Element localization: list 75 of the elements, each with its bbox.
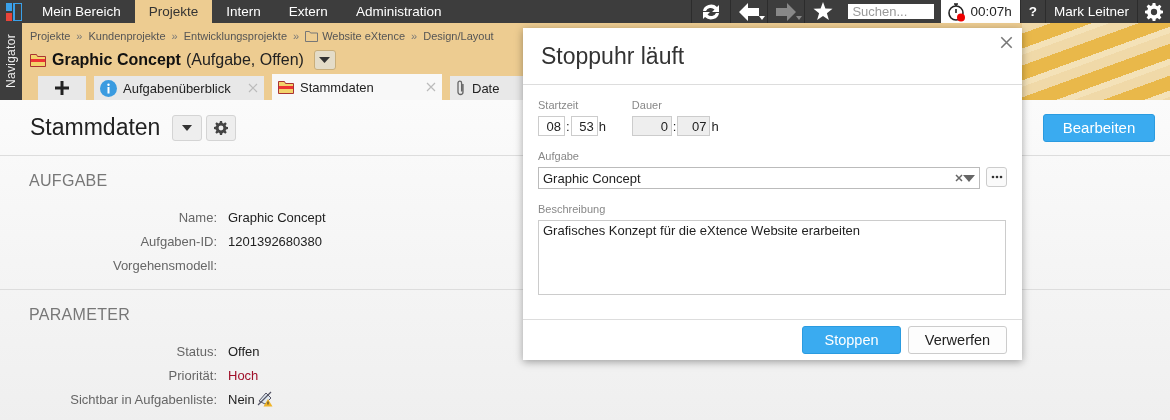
settings-icon <box>1145 2 1163 21</box>
clear-icon[interactable] <box>955 174 963 182</box>
field-value: Offen <box>228 343 260 359</box>
field-label: Aufgabe <box>538 150 580 162</box>
breadcrumb-link[interactable]: Kundenprojekte <box>88 30 166 42</box>
logo-icon <box>6 2 22 21</box>
dropdown-button[interactable] <box>172 114 203 141</box>
caret-icon <box>796 16 803 20</box>
breadcrumb-link[interactable]: Projekte <box>30 30 71 42</box>
dropdown-button[interactable] <box>313 50 336 70</box>
star-icon <box>813 2 834 21</box>
field-label: Startzeit <box>538 99 580 111</box>
caret-icon <box>759 16 766 20</box>
task-subtitle: (Aufgabe, Offen) <box>185 51 304 69</box>
tab[interactable]: Aufgabenüberblick <box>94 76 264 100</box>
menu-tab[interactable]: Mein Bereich <box>28 0 135 23</box>
unit-label: h <box>598 118 606 134</box>
breadcrumb-link[interactable]: Design/Layout <box>423 30 494 42</box>
time-field[interactable]: 53 <box>570 116 598 136</box>
more-button[interactable] <box>986 167 1007 187</box>
field-label: Status: <box>175 343 217 359</box>
field-label: Name: <box>177 209 217 225</box>
caret-icon <box>319 57 331 63</box>
more-icon <box>990 175 1003 179</box>
field-label: Aufgaben-ID: <box>139 233 217 249</box>
menu-tab[interactable]: Intern <box>212 0 275 23</box>
breadcrumb-separator: » <box>76 30 83 42</box>
discard-button[interactable]: Verwerfen <box>908 326 1007 354</box>
time-separator: : <box>566 118 570 134</box>
breadcrumb-link[interactable]: Website eXtence <box>322 30 406 42</box>
task-icon <box>278 80 294 94</box>
field-label: Priorität: <box>167 367 217 383</box>
field-value: Hoch <box>228 367 259 383</box>
add-tab-button[interactable] <box>38 76 86 100</box>
paperclip-icon <box>456 80 466 96</box>
unit-label: h <box>711 118 719 134</box>
field-label: Beschreibung <box>538 203 607 215</box>
stopwatch-icon <box>947 1 968 22</box>
description-field[interactable]: Grafisches Konzept für die eXtence Website erarbeiten <box>538 220 1006 295</box>
right-arrow-icon <box>776 2 797 21</box>
field-label: Vorgehensmodell: <box>111 257 217 273</box>
plus-icon <box>55 81 69 95</box>
section-heading: AUFGABE <box>29 172 108 190</box>
breadcrumb-separator: » <box>411 30 418 42</box>
navigator-panel[interactable]: Navigator <box>0 23 22 100</box>
timer-button[interactable]: 00:07h <box>941 0 1020 23</box>
caret-icon <box>182 124 193 131</box>
caret-icon[interactable] <box>963 174 975 182</box>
breadcrumb-separator: » <box>293 30 300 42</box>
field-value: 1201392680380 <box>228 233 322 249</box>
page-title: Stammdaten <box>30 114 161 141</box>
field-label: Sichtbar in Aufgabenliste: <box>69 391 217 407</box>
time-field[interactable]: 08 <box>538 116 565 136</box>
task-title: Graphic Concept <box>52 51 181 69</box>
close-button[interactable] <box>1000 36 1013 49</box>
field-value: Nein <box>228 391 255 407</box>
field-value: Graphic Concept <box>228 209 326 225</box>
info-icon <box>100 79 117 97</box>
settings-icon <box>214 120 229 135</box>
menu-tab[interactable]: Administration <box>341 0 456 23</box>
menu-tab[interactable]: Projekte <box>134 0 213 23</box>
dialog-title: Stoppuhr läuft <box>541 42 686 70</box>
hidden-warning-icon <box>256 391 273 407</box>
time-separator: : <box>672 118 677 134</box>
section-heading: PARAMETER <box>29 306 131 324</box>
breadcrumb-link[interactable]: Entwicklungsprojekte <box>183 30 287 42</box>
field-label: Dauer <box>631 99 663 111</box>
tab[interactable]: Stammdaten <box>272 74 442 100</box>
task-select[interactable]: Graphic Concept <box>538 167 980 189</box>
task-icon <box>30 53 46 67</box>
breadcrumb-separator: » <box>171 30 178 42</box>
left-arrow-icon <box>739 2 760 21</box>
search-field[interactable]: Suchen... <box>848 4 935 19</box>
menu-tab[interactable]: Extern <box>274 0 342 23</box>
folder-icon <box>305 30 319 42</box>
